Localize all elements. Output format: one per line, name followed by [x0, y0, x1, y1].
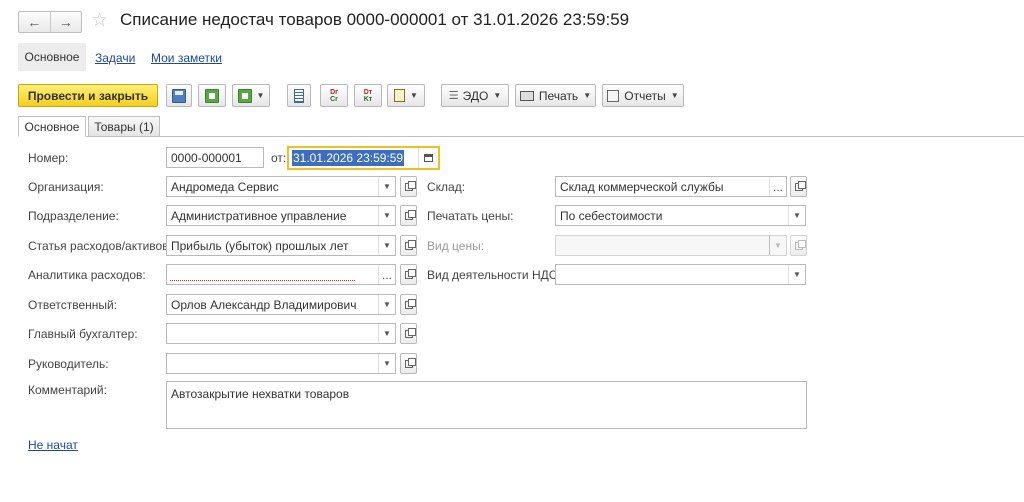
chevron-down-icon: ▼ — [493, 91, 502, 100]
responsible-open-button[interactable] — [400, 294, 417, 315]
favorite-star-icon[interactable]: ☆ — [91, 9, 108, 32]
warehouse-field[interactable]: Склад коммерческой службы... — [555, 176, 787, 197]
post-and-close-button[interactable]: Провести и закрыть — [18, 84, 158, 107]
history-nav: ← → — [18, 11, 82, 33]
open-icon — [794, 180, 806, 191]
reports-button[interactable]: Отчеты ▼ — [602, 84, 684, 107]
date-label: от: — [271, 151, 287, 165]
dr-cr-icon: Dr Cr — [330, 88, 338, 103]
back-icon[interactable]: ← — [19, 12, 50, 32]
date-value: 31.01.2026 23:59:59 — [292, 150, 405, 166]
price-type-label: Вид цены: — [427, 239, 485, 253]
organization-field[interactable]: Андромеда Сервис ▼ — [166, 176, 396, 197]
chief-accountant-field[interactable]: ▼ — [166, 323, 396, 344]
comment-textarea[interactable]: Автозакрытие нехватки товаров — [166, 381, 807, 429]
tabs-divider — [18, 136, 1024, 137]
open-icon — [404, 268, 416, 279]
responsible-label: Ответственный: — [28, 298, 118, 312]
print-prices-select[interactable]: По себестоимости ▼ — [555, 205, 806, 226]
dt-kt-icon: Dт Kт — [363, 88, 373, 103]
warehouse-label: Склад: — [427, 180, 466, 194]
chevron-down-icon[interactable]: ▼ — [788, 265, 805, 284]
expense-analytics-open-button[interactable] — [400, 264, 417, 285]
chief-accountant-label: Главный бухгалтер: — [28, 327, 138, 341]
manager-open-button[interactable] — [400, 353, 417, 374]
chevron-down-icon[interactable]: ▼ — [378, 354, 395, 373]
department-label: Подразделение: — [28, 209, 119, 223]
create-based-icon — [237, 88, 252, 103]
dt-kt-button[interactable]: Dт Kт — [354, 84, 382, 107]
open-icon — [404, 298, 416, 309]
list-icon — [294, 88, 304, 103]
page-title: Списание недостач товаров 0000-000001 от… — [120, 10, 630, 29]
expense-analytics-label: Аналитика расходов: — [28, 268, 146, 282]
warehouse-open-button[interactable] — [790, 176, 807, 197]
select-dots-icon[interactable]: ... — [378, 265, 395, 284]
printer-icon — [519, 90, 534, 101]
chevron-down-icon[interactable]: ▼ — [378, 236, 395, 255]
edo-icon: ☰ — [448, 90, 459, 102]
department-field[interactable]: Административное управление ▼ — [166, 205, 396, 226]
select-dots-icon[interactable]: ... — [769, 177, 786, 196]
required-underline — [170, 280, 355, 281]
chevron-down-icon: ▼ — [670, 91, 679, 100]
save-icon — [172, 88, 186, 103]
nav-link-tasks[interactable]: Задачи — [95, 51, 135, 65]
open-icon — [404, 357, 416, 368]
number-label: Номер: — [28, 151, 69, 165]
open-icon — [404, 180, 416, 191]
chevron-down-icon: ▼ — [410, 91, 418, 100]
open-icon — [404, 239, 416, 250]
vat-activity-label: Вид деятельности НДС: — [427, 268, 561, 282]
organization-open-button[interactable] — [400, 176, 417, 197]
price-type-open-button — [790, 235, 807, 256]
nav-tab-main[interactable]: Основное — [18, 43, 86, 71]
chevron-down-icon: ▼ — [256, 91, 265, 100]
number-input[interactable]: 0000-000001 — [166, 147, 264, 168]
chevron-down-icon[interactable]: ▼ — [378, 324, 395, 343]
calendar-icon[interactable] — [418, 148, 438, 168]
print-button[interactable]: Печать ▼ — [515, 84, 596, 107]
open-icon — [794, 239, 806, 250]
organization-label: Организация: — [28, 180, 104, 194]
create-based-on-button[interactable]: ▼ — [232, 84, 270, 107]
vat-activity-select[interactable]: ▼ — [555, 264, 806, 285]
expense-item-field[interactable]: Прибыль (убыток) прошлых лет ▼ — [166, 235, 396, 256]
chevron-down-icon[interactable]: ▼ — [378, 295, 395, 314]
open-icon — [404, 327, 416, 338]
chief-accountant-open-button[interactable] — [400, 323, 417, 344]
related-docs-button[interactable]: ▼ — [387, 84, 425, 107]
post-button[interactable] — [198, 84, 226, 107]
department-open-button[interactable] — [400, 205, 417, 226]
expense-item-open-button[interactable] — [400, 235, 417, 256]
document-icon — [394, 89, 406, 102]
journal-button[interactable] — [287, 84, 311, 107]
edo-button[interactable]: ☰ ЭДО ▼ — [441, 84, 509, 107]
status-link[interactable]: Не начат — [28, 438, 78, 452]
save-button[interactable] — [166, 84, 192, 107]
post-icon — [205, 88, 219, 103]
nav-link-notes[interactable]: Мои заметки — [151, 51, 222, 65]
open-icon — [404, 209, 416, 220]
chevron-down-icon: ▼ — [769, 236, 786, 255]
print-prices-label: Печатать цены: — [427, 209, 514, 223]
responsible-field[interactable]: Орлов Александр Владимирович ▼ — [166, 294, 396, 315]
chevron-down-icon[interactable]: ▼ — [788, 206, 805, 225]
price-type-field: ▼ — [555, 235, 787, 256]
report-icon — [607, 89, 620, 102]
expense-item-label: Статья расходов/активов: — [28, 239, 172, 253]
expense-analytics-field[interactable]: ... — [166, 264, 396, 285]
manager-field[interactable]: ▼ — [166, 353, 396, 374]
manager-label: Руководитель: — [28, 357, 109, 371]
comment-label: Комментарий: — [28, 383, 107, 397]
chevron-down-icon[interactable]: ▼ — [378, 177, 395, 196]
tab-main[interactable]: Основное — [18, 116, 86, 137]
date-input[interactable]: 31.01.2026 23:59:59 — [287, 146, 440, 170]
chevron-down-icon[interactable]: ▼ — [378, 206, 395, 225]
dr-cr-button[interactable]: Dr Cr — [320, 84, 348, 107]
tab-goods[interactable]: Товары (1) — [88, 116, 160, 137]
forward-icon[interactable]: → — [49, 12, 82, 32]
chevron-down-icon: ▼ — [583, 91, 592, 100]
